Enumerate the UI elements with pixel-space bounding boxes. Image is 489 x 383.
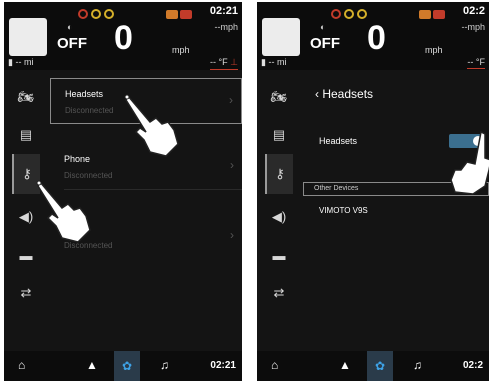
- engine-icon: [419, 10, 431, 19]
- music-icon[interactable]: ♫: [413, 358, 422, 372]
- motorcycle-icon[interactable]: 🏍: [12, 86, 40, 108]
- thermometer-icon: ⊥: [230, 57, 238, 67]
- clock-bottom: 02:2: [462, 360, 483, 371]
- temp-value: -- °F: [210, 57, 228, 67]
- fuel-icon: ▮: [261, 57, 266, 67]
- speed-unit: mph: [425, 45, 443, 55]
- status-bar: 02:2 --mph ◐ OFF 0 mph ▮ -- mi -- °F: [257, 2, 489, 70]
- clock: 02:21: [209, 5, 238, 17]
- clock: 02:2: [462, 5, 485, 17]
- temp-value: -- °F: [467, 57, 485, 67]
- fuel-value: -- mi: [15, 57, 34, 67]
- item-title: Headsets: [65, 89, 104, 99]
- speed-limit: --mph: [214, 22, 238, 32]
- navigation-icon[interactable]: ▲: [339, 358, 351, 372]
- speedometer: 0: [367, 19, 386, 57]
- navigation-icon[interactable]: ▲: [86, 358, 98, 372]
- hand-pointer-icon: [36, 180, 91, 243]
- chevron-right-icon: ›: [230, 158, 234, 172]
- screen-bluetooth-list: 02:21 --mph ◐ OFF 0 mph ▮ -- mi -- °F ⊥ …: [4, 2, 242, 381]
- warning-icon: [104, 9, 114, 19]
- engine-icon: [166, 10, 178, 19]
- page-header: ‹ Headsets: [315, 87, 373, 101]
- temperature: -- °F: [467, 57, 485, 69]
- warning-icon: [344, 9, 354, 19]
- speedometer: 0: [114, 19, 133, 57]
- display-icon[interactable]: ▤: [265, 124, 293, 146]
- fuel-range: ▮ -- mi: [261, 57, 286, 68]
- headsets-toggle-label: Headsets: [319, 136, 358, 146]
- page-title: Headsets: [322, 87, 374, 101]
- warning-indicators: [78, 6, 117, 24]
- bottom-nav: ⌂ ▲ ✿ ♫ 02:2: [257, 351, 489, 381]
- settings-gear-icon[interactable]: ✿: [114, 351, 140, 381]
- fuel-value: -- mi: [268, 57, 287, 67]
- home-icon[interactable]: ⌂: [271, 358, 278, 372]
- temperature: -- °F ⊥: [210, 57, 238, 70]
- screen-icon[interactable]: ▬: [265, 244, 293, 266]
- hand-pointer-icon: [450, 130, 489, 195]
- motorcycle-icon[interactable]: 🏍: [265, 86, 293, 108]
- warning-icon: [331, 9, 341, 19]
- sidebar: 🏍 ▤ ⚷ ◀) ▬ ⇄: [257, 74, 301, 351]
- clock-bottom: 02:21: [210, 360, 236, 371]
- warning-icon: [91, 9, 101, 19]
- battery-icon: [180, 10, 192, 19]
- gear-indicator-box: [9, 18, 47, 56]
- gear-indicator-box: [262, 18, 300, 56]
- settings-gear-icon[interactable]: ✿: [367, 351, 393, 381]
- fuel-range: ▮ -- mi: [8, 57, 33, 68]
- hand-pointer-icon: [124, 94, 179, 157]
- item-title: Phone: [64, 154, 91, 164]
- battery-icon: [433, 10, 445, 19]
- cruise-control-icon: ◐: [320, 22, 326, 32]
- audio-icon[interactable]: ◀): [265, 206, 293, 228]
- status-bar: 02:21 --mph ◐ OFF 0 mph ▮ -- mi -- °F ⊥: [4, 2, 242, 70]
- device-item[interactable]: VIMOTO V9S: [319, 206, 368, 215]
- screen-icon[interactable]: ▬: [12, 244, 40, 266]
- item-status: Disconnected: [65, 106, 114, 115]
- cruise-control-icon: ◐: [67, 22, 73, 32]
- warning-icon: [78, 9, 88, 19]
- speed-unit: mph: [172, 45, 190, 55]
- warning-icon: [357, 9, 367, 19]
- bottom-nav: ⌂ ▲ ✿ ♫ 02:21: [4, 351, 242, 381]
- settings-sliders-icon[interactable]: ⇄: [265, 282, 293, 304]
- music-icon[interactable]: ♫: [160, 358, 169, 372]
- display-icon[interactable]: ▤: [12, 124, 40, 146]
- chevron-right-icon: ›: [229, 93, 233, 107]
- fuel-icon: ▮: [8, 57, 13, 67]
- speed-limit: --mph: [461, 22, 485, 32]
- content-headsets: ‹ Headsets Headsets Other Devices VIMOTO…: [301, 74, 489, 351]
- cruise-status: OFF: [310, 35, 340, 52]
- home-icon[interactable]: ⌂: [18, 358, 25, 372]
- screen-headsets: 02:2 --mph ◐ OFF 0 mph ▮ -- mi -- °F 🏍 ▤…: [257, 2, 489, 381]
- back-button[interactable]: ‹: [315, 87, 319, 101]
- settings-sliders-icon[interactable]: ⇄: [12, 282, 40, 304]
- engine-indicators: [166, 6, 194, 24]
- chevron-right-icon: ›: [230, 228, 234, 242]
- engine-indicators: [419, 6, 447, 24]
- warning-indicators: [331, 6, 370, 24]
- cruise-status: OFF: [57, 35, 87, 52]
- bluetooth-icon[interactable]: ⚷: [265, 154, 293, 194]
